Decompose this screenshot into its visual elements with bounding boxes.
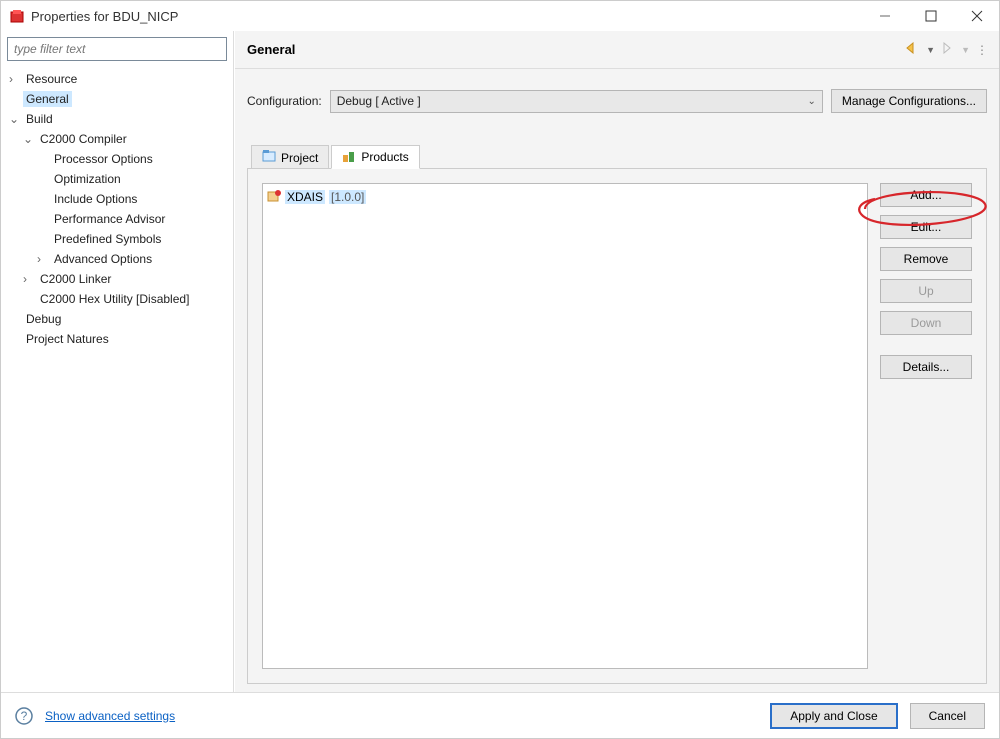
show-advanced-link[interactable]: Show advanced settings	[45, 709, 175, 723]
tree-item-c2000-compiler[interactable]: ⌄C2000 Compiler	[1, 129, 233, 149]
help-icon[interactable]: ?	[15, 707, 33, 725]
back-dropdown-icon[interactable]: ▼	[926, 45, 935, 55]
tree-item-c2000-hex-utility[interactable]: C2000 Hex Utility [Disabled]	[1, 289, 233, 309]
menu-dots-icon[interactable]: ⋮	[976, 43, 987, 57]
products-tab-icon	[342, 149, 356, 166]
products-panel: XDAIS [1.0.0] Add... Edit... Remove Up D…	[247, 168, 987, 684]
project-tab-icon	[262, 149, 276, 166]
app-icon	[9, 8, 25, 24]
tree-item-project-natures[interactable]: Project Natures	[1, 329, 233, 349]
tree-item-performance-advisor[interactable]: Performance Advisor	[1, 209, 233, 229]
tab-products[interactable]: Products	[331, 145, 419, 169]
tree-item-debug[interactable]: Debug	[1, 309, 233, 329]
details-button[interactable]: Details...	[880, 355, 972, 379]
forward-dropdown-icon: ▼	[961, 45, 970, 55]
sidebar: ›Resource General ⌄Build ⌄C2000 Compiler…	[1, 31, 234, 692]
configuration-label: Configuration:	[247, 94, 322, 108]
content-pane: General ▼ ▼ ⋮ Configuration: Debug [ Act…	[234, 31, 999, 692]
chevron-down-icon: ⌄	[808, 96, 816, 107]
tree-item-processor-options[interactable]: Processor Options	[1, 149, 233, 169]
tree-item-predefined-symbols[interactable]: Predefined Symbols	[1, 229, 233, 249]
manage-configurations-button[interactable]: Manage Configurations...	[831, 89, 987, 113]
section-title: General	[247, 42, 906, 57]
products-list[interactable]: XDAIS [1.0.0]	[262, 183, 868, 669]
down-button[interactable]: Down	[880, 311, 972, 335]
tree-item-resource[interactable]: ›Resource	[1, 69, 233, 89]
add-button[interactable]: Add...	[880, 183, 972, 207]
nav-tree: ›Resource General ⌄Build ⌄C2000 Compiler…	[1, 67, 233, 692]
apply-and-close-button[interactable]: Apply and Close	[770, 703, 897, 729]
dialog-footer: ? Show advanced settings Apply and Close…	[1, 692, 999, 738]
tree-item-general[interactable]: General	[1, 89, 233, 109]
close-button[interactable]	[963, 6, 991, 26]
window-title: Properties for BDU_NICP	[31, 9, 871, 24]
tree-item-c2000-linker[interactable]: ›C2000 Linker	[1, 269, 233, 289]
maximize-button[interactable]	[917, 6, 945, 26]
product-name: XDAIS	[285, 190, 325, 204]
tree-item-build[interactable]: ⌄Build	[1, 109, 233, 129]
tree-item-include-options[interactable]: Include Options	[1, 189, 233, 209]
tab-project[interactable]: Project	[251, 145, 329, 169]
minimize-button[interactable]	[871, 6, 899, 26]
filter-input[interactable]	[7, 37, 227, 61]
back-icon[interactable]	[906, 42, 920, 57]
forward-icon[interactable]	[941, 42, 955, 57]
svg-text:?: ?	[21, 709, 28, 723]
titlebar: Properties for BDU_NICP	[1, 1, 999, 31]
remove-button[interactable]: Remove	[880, 247, 972, 271]
tree-item-optimization[interactable]: Optimization	[1, 169, 233, 189]
edit-button[interactable]: Edit...	[880, 215, 972, 239]
configuration-dropdown[interactable]: Debug [ Active ] ⌄	[330, 90, 823, 113]
list-item[interactable]: XDAIS [1.0.0]	[267, 188, 863, 206]
package-icon	[267, 189, 281, 206]
tree-item-advanced-options[interactable]: ›Advanced Options	[1, 249, 233, 269]
product-version: [1.0.0]	[329, 190, 366, 204]
cancel-button[interactable]: Cancel	[910, 703, 985, 729]
up-button[interactable]: Up	[880, 279, 972, 303]
